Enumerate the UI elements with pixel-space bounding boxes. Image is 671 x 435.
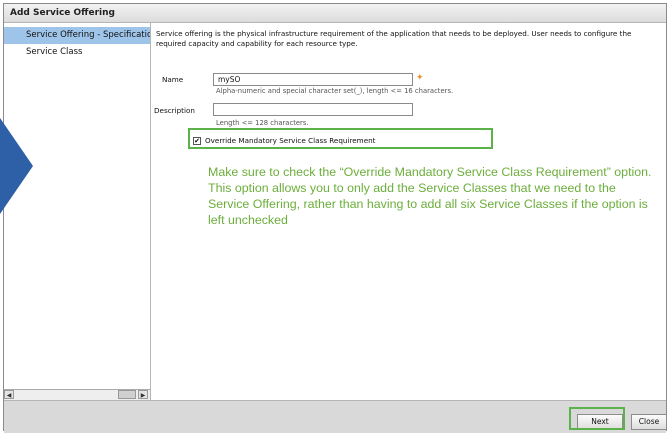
override-highlight-box [188,128,493,149]
instruction-annotation: Make sure to check the “Override Mandato… [208,165,652,227]
scroll-right-arrow-icon[interactable]: ▶ [138,390,148,399]
name-input[interactable]: mySO [213,73,413,86]
description-label: Description [154,106,195,115]
sidebar-horizontal-scrollbar[interactable]: ◀ ▶ [4,389,150,400]
name-hint: Alpha-numeric and special character set(… [216,87,454,95]
required-marker-icon: ✦ [416,73,424,83]
close-button[interactable]: Close [631,414,667,430]
dialog-title: Add Service Offering [4,4,666,23]
name-label: Name [162,75,184,84]
dialog-footer [4,400,666,433]
next-highlight-box [569,407,625,430]
scroll-left-arrow-icon[interactable]: ◀ [4,390,14,399]
description-input[interactable] [213,103,413,116]
wizard-sidebar: Service Offering - Specification Service… [4,23,151,400]
description-hint: Length <= 128 characters. [216,119,309,127]
panel-description: Service offering is the physical infrast… [156,29,632,48]
scrollbar-thumb[interactable] [118,390,136,399]
sidebar-item-specification[interactable]: Service Offering - Specification [4,27,150,44]
sidebar-item-service-class[interactable]: Service Class [4,44,150,61]
